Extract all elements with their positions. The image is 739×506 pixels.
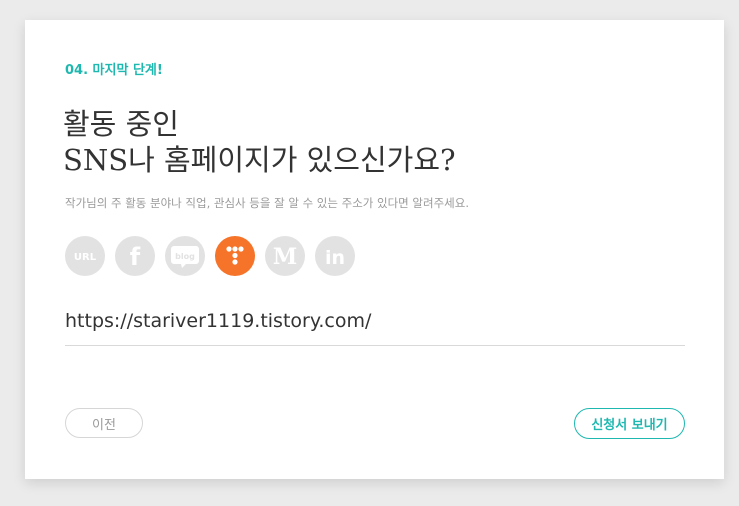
page-title: 활동 중인 SNS나 홈페이지가 있으신가요? xyxy=(63,106,456,178)
svg-text:in: in xyxy=(325,247,345,269)
url-input[interactable] xyxy=(65,305,685,337)
title-line-1: 활동 중인 xyxy=(63,107,179,141)
svg-text:f: f xyxy=(130,243,141,271)
linkedin-icon[interactable]: in xyxy=(315,236,355,276)
svg-text:URL: URL xyxy=(74,252,97,263)
application-card: 04. 마지막 단계! 활동 중인 SNS나 홈페이지가 있으신가요? 작가님의… xyxy=(25,20,724,479)
svg-text:blog: blog xyxy=(175,252,195,261)
blog-icon[interactable]: blog xyxy=(165,236,205,276)
sns-icon-list: URL f blog M in xyxy=(65,236,355,276)
description-text: 작가님의 주 활동 분야나 직업, 관심사 등을 잘 알 수 있는 주소가 있다… xyxy=(65,196,469,210)
svg-text:M: M xyxy=(273,244,297,270)
url-icon[interactable]: URL xyxy=(65,236,105,276)
prev-button[interactable]: 이전 xyxy=(65,408,143,438)
step-label: 04. 마지막 단계! xyxy=(65,63,163,78)
medium-icon[interactable]: M xyxy=(265,236,305,276)
tistory-icon[interactable] xyxy=(215,236,255,276)
facebook-icon[interactable]: f xyxy=(115,236,155,276)
title-line-2: SNS나 홈페이지가 있으신가요? xyxy=(63,143,456,177)
submit-button[interactable]: 신청서 보내기 xyxy=(574,408,685,439)
url-field-wrapper xyxy=(65,305,685,346)
